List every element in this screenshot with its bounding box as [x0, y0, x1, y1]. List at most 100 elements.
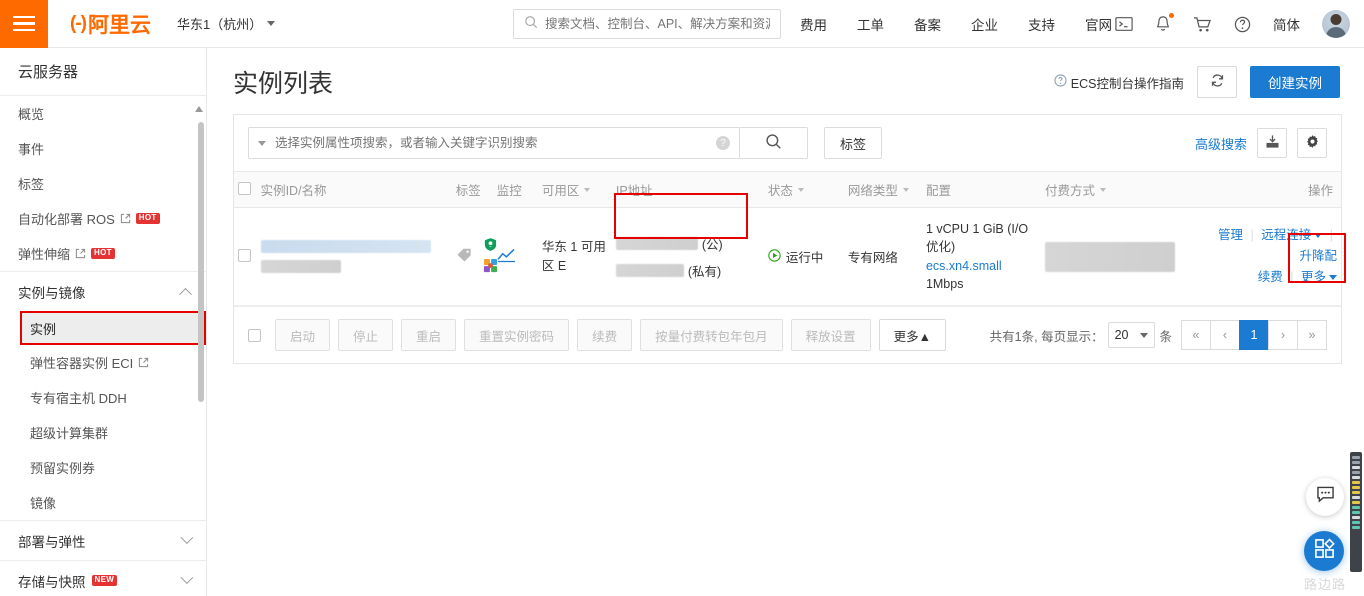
menu-toggle-button[interactable]	[0, 0, 48, 48]
sidebar-item-tags[interactable]: 标签	[0, 166, 206, 201]
scroll-segment	[1352, 491, 1360, 494]
attribute-search[interactable]: ?	[248, 127, 740, 159]
language-switcher[interactable]: 简体	[1273, 14, 1300, 34]
region-label: 华东1（杭州）	[176, 17, 263, 32]
chevron-down-icon	[180, 571, 194, 585]
column-network-inner: 网络类型	[848, 180, 918, 199]
more-actions-link[interactable]: 更多	[1301, 270, 1326, 284]
bulk-select-checkbox[interactable]	[248, 328, 261, 342]
global-search-input[interactable]	[545, 17, 770, 31]
sidebar-item-reserved-instance[interactable]: 预留实例券	[0, 450, 206, 485]
column-settings-button[interactable]	[1297, 128, 1327, 158]
column-zone[interactable]: 可用区	[537, 171, 612, 208]
shield-icon[interactable]	[483, 237, 498, 255]
cart-icon[interactable]	[1193, 16, 1212, 33]
header-nav: 费用 工单 备案 企业 支持 官网	[800, 0, 1112, 48]
cell-config: 1 vCPU 1 GiB (I/O优化) ecs.xn4.small 1Mbps	[921, 207, 1042, 306]
bulk-reset-password-button[interactable]: 重置实例密码	[464, 319, 570, 351]
column-network-type[interactable]: 网络类型	[843, 171, 922, 208]
select-all-checkbox[interactable]	[238, 181, 251, 195]
sidebar-item-overview[interactable]: 概览	[0, 96, 206, 131]
remote-connect-link[interactable]: 远程连接	[1261, 228, 1311, 242]
sidebar-item-scc[interactable]: 超级计算集群	[0, 415, 206, 450]
page-size-select[interactable]: 20	[1107, 322, 1156, 348]
page-header: 实例列表 ECS控制台操作指南 创建实例	[207, 48, 1364, 100]
refresh-button[interactable]	[1197, 66, 1237, 98]
row-checkbox[interactable]	[238, 248, 251, 262]
nav-item-enterprise[interactable]: 企业	[971, 14, 998, 34]
advanced-search-link[interactable]: 高级搜索	[1195, 134, 1247, 153]
refresh-icon	[1210, 73, 1225, 91]
sidebar-item-ess[interactable]: 弹性伸缩 HOT	[0, 236, 206, 271]
export-button[interactable]	[1257, 128, 1287, 158]
console-guide-link[interactable]: ECS控制台操作指南	[1054, 73, 1184, 92]
sidebar-item-images[interactable]: 镜像	[0, 485, 206, 520]
sidebar-item-instances[interactable]: 实例	[20, 311, 206, 345]
separator: |	[1329, 227, 1333, 242]
scroll-up-arrow-icon[interactable]	[195, 106, 203, 112]
sidebar-item-label: 弹性容器实例 ECI	[30, 356, 134, 371]
search-button[interactable]	[740, 127, 808, 159]
bulk-start-button[interactable]: 启动	[275, 319, 331, 351]
attribute-search-input[interactable]	[275, 136, 707, 150]
resize-link[interactable]: 升降配	[1299, 249, 1337, 263]
sidebar-item-ddh[interactable]: 专有宿主机 DDH	[0, 380, 206, 415]
page-first-button[interactable]: «	[1181, 320, 1211, 350]
tag-icon[interactable]	[456, 247, 473, 266]
column-payment[interactable]: 付费方式	[1041, 171, 1206, 208]
manage-link[interactable]: 管理	[1218, 228, 1243, 242]
nav-item-website[interactable]: 官网	[1085, 14, 1112, 34]
bulk-renew-button[interactable]: 续费	[577, 319, 633, 351]
nav-item-icp[interactable]: 备案	[914, 14, 941, 34]
scroll-segment	[1352, 506, 1360, 509]
renew-link[interactable]: 续费	[1258, 270, 1283, 284]
cell-instance-id[interactable]	[256, 207, 452, 306]
sidebar-item-eci[interactable]: 弹性容器实例 ECI	[0, 345, 206, 380]
page-next-button[interactable]: ›	[1268, 320, 1298, 350]
chevron-down-icon[interactable]	[258, 140, 266, 146]
region-selector[interactable]: 华东1（杭州）	[176, 14, 276, 33]
cell-operations: 管理 | 远程连接 | 升降配 续费 | 更多	[1205, 207, 1341, 306]
column-status[interactable]: 状态	[763, 171, 844, 208]
column-instance-id: 实例ID/名称	[256, 171, 452, 208]
filter-right-actions: 高级搜索	[1195, 128, 1327, 158]
avatar[interactable]	[1322, 10, 1350, 38]
bulk-stop-button[interactable]: 停止	[338, 319, 394, 351]
chart-line-icon[interactable]	[497, 248, 516, 266]
tag-filter-button[interactable]: 标签	[824, 127, 882, 159]
create-instance-button[interactable]: 创建实例	[1250, 66, 1340, 98]
nav-item-ticket[interactable]: 工单	[857, 14, 884, 34]
global-search[interactable]	[513, 9, 781, 39]
column-config: 配置	[921, 171, 1042, 208]
bulk-release-settings-button[interactable]: 释放设置	[790, 319, 871, 351]
config-instance-type-link[interactable]: ecs.xn4.small	[926, 257, 1037, 275]
bulk-convert-billing-button[interactable]: 按量付费转包年包月	[640, 319, 783, 351]
sidebar-scrollbar[interactable]	[195, 104, 204, 544]
help-icon[interactable]	[1234, 16, 1251, 33]
chevron-down-icon	[1314, 232, 1323, 238]
sidebar-group-instances[interactable]: 实例与镜像	[0, 271, 206, 311]
puzzle-plugin-icon[interactable]	[483, 258, 498, 276]
page-last-button[interactable]: »	[1297, 320, 1327, 350]
sidebar-item-events[interactable]: 事件	[0, 131, 206, 166]
terminal-icon[interactable]	[1115, 16, 1133, 32]
page-1-button[interactable]: 1	[1239, 320, 1269, 350]
scrollbar-thumb[interactable]	[198, 122, 204, 402]
right-scrollbar[interactable]	[1350, 452, 1362, 572]
chat-support-button[interactable]	[1306, 478, 1344, 516]
sidebar-item-ros[interactable]: 自动化部署 ROS HOT	[0, 201, 206, 236]
bulk-restart-button[interactable]: 重启	[401, 319, 457, 351]
column-label: 配置	[925, 184, 951, 198]
sidebar-group-storage[interactable]: 存储与快照 NEW	[0, 560, 206, 596]
ecs-console-page: (-) 阿里云 华东1（杭州） 费用 工单 备案 企业 支持 官网	[0, 0, 1364, 596]
bulk-more-button[interactable]: 更多▲	[878, 319, 946, 351]
nav-item-fee[interactable]: 费用	[800, 14, 827, 34]
logo-mark-icon: (-)	[70, 12, 87, 34]
nav-item-support[interactable]: 支持	[1028, 14, 1055, 34]
question-mark-icon[interactable]: ?	[716, 136, 730, 150]
aliyun-logo[interactable]: (-) 阿里云	[70, 9, 151, 39]
sidebar-group-deploy[interactable]: 部署与弹性	[0, 520, 206, 560]
page-prev-button[interactable]: ‹	[1210, 320, 1240, 350]
app-launcher-button[interactable]	[1304, 531, 1344, 571]
bell-icon[interactable]	[1155, 13, 1174, 33]
